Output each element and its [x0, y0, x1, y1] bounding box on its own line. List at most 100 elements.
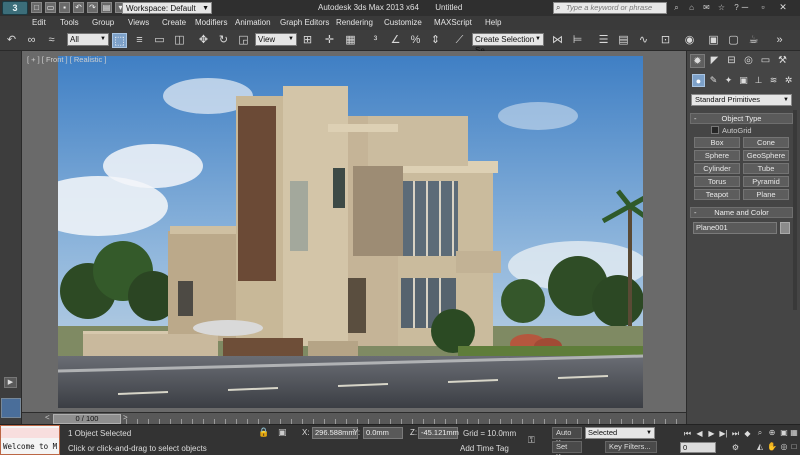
name-and-color-rollout[interactable]: - Name and Color: [690, 207, 793, 218]
maxscript-listener[interactable]: Welcome to M: [0, 425, 60, 455]
absolute-mode-icon[interactable]: ▣: [278, 427, 287, 438]
viewport-layout-icon[interactable]: [1, 398, 21, 418]
reference-coordinate-dropdown[interactable]: View ▼: [255, 33, 297, 46]
motion-tab-icon[interactable]: ◎: [741, 54, 756, 68]
menu-rendering[interactable]: Rendering: [336, 17, 373, 29]
select-by-name-icon[interactable]: ≡: [132, 33, 147, 48]
cylinder-button[interactable]: Cylinder: [694, 163, 740, 174]
geosphere-button[interactable]: GeoSphere: [743, 150, 789, 161]
orbit-icon[interactable]: ◎: [779, 442, 789, 452]
shapes-icon[interactable]: ✎: [707, 74, 720, 87]
play-icon[interactable]: ▶: [706, 428, 717, 439]
new-file-icon[interactable]: □: [31, 2, 42, 13]
curve-editor-icon[interactable]: ∿: [636, 33, 651, 48]
scale-icon[interactable]: ◲: [236, 33, 251, 48]
menu-create[interactable]: Create: [162, 17, 186, 29]
selection-lock-icon[interactable]: 🔒: [258, 427, 269, 438]
toolbar-overflow-icon[interactable]: »: [772, 33, 787, 48]
current-frame-field[interactable]: 0: [680, 442, 716, 453]
communication-icon[interactable]: ✉: [701, 2, 712, 13]
bind-space-warp-icon[interactable]: ≈: [44, 33, 59, 48]
menu-views[interactable]: Views: [128, 17, 149, 29]
object-color-swatch[interactable]: [780, 222, 790, 234]
edit-named-selection-icon[interactable]: ⟋: [452, 33, 467, 48]
menu-animation[interactable]: Animation: [235, 17, 271, 29]
keyboard-shortcut-icon[interactable]: ▦: [343, 33, 358, 48]
zoom-extents-all-icon[interactable]: ▦: [789, 428, 799, 438]
save-file-icon[interactable]: ▪: [59, 2, 70, 13]
key-filters-button[interactable]: Key Filters...: [605, 441, 657, 453]
select-and-link-icon[interactable]: ∞: [24, 33, 39, 48]
cameras-icon[interactable]: ▣: [737, 74, 750, 87]
menu-tools[interactable]: Tools: [60, 17, 79, 29]
workspace-dropdown[interactable]: Workspace: Default ▼: [122, 2, 212, 14]
menu-help[interactable]: Help: [485, 17, 501, 29]
key-mode-toggle-icon[interactable]: ◆: [742, 428, 753, 439]
z-coordinate-field[interactable]: -45.121mm: [418, 427, 459, 439]
autogrid-checkbox[interactable]: AutoGrid: [711, 126, 752, 135]
menu-customize[interactable]: Customize: [384, 17, 422, 29]
lights-icon[interactable]: ✦: [722, 74, 735, 87]
primitive-category-dropdown[interactable]: Standard Primitives ▼: [691, 94, 792, 106]
render-production-icon[interactable]: ☕: [746, 33, 761, 48]
time-slider-thumb[interactable]: 0 / 100: [53, 414, 121, 424]
pivot-center-icon[interactable]: ⊞: [300, 33, 315, 48]
percent-snap-icon[interactable]: %: [408, 33, 423, 48]
rotate-icon[interactable]: ↻: [216, 33, 231, 48]
material-editor-icon[interactable]: ◉: [682, 33, 697, 48]
key-mode-dropdown[interactable]: Selected ▼: [585, 427, 655, 439]
move-icon[interactable]: ✥: [196, 33, 211, 48]
hierarchy-tab-icon[interactable]: ⊟: [724, 54, 739, 68]
teapot-button[interactable]: Teapot: [694, 189, 740, 200]
command-panel-scrollbar[interactable]: [793, 110, 797, 310]
undo-tool-icon[interactable]: ↶: [4, 33, 19, 48]
close-icon[interactable]: ✕: [776, 2, 790, 13]
utilities-tab-icon[interactable]: ⚒: [775, 54, 790, 68]
select-manipulate-icon[interactable]: ✛: [322, 33, 337, 48]
zoom-extents-icon[interactable]: ▣: [779, 428, 789, 438]
rendered-frame-window-icon[interactable]: ▢: [726, 33, 741, 48]
window-crossing-icon[interactable]: ◫: [172, 33, 187, 48]
zoom-all-icon[interactable]: ⊕: [767, 428, 777, 438]
auto-key-button[interactable]: Auto Key: [552, 427, 582, 447]
redo-icon[interactable]: ↷: [87, 2, 98, 13]
selection-filter-dropdown[interactable]: All ▼: [67, 33, 109, 46]
maxscript-input-text[interactable]: Welcome to M: [3, 442, 57, 451]
menu-maxscript[interactable]: MAXScript: [434, 17, 472, 29]
render-setup-icon[interactable]: ▣: [706, 33, 721, 48]
search-icon[interactable]: ⌕: [671, 2, 682, 13]
select-object-icon[interactable]: ⬚: [112, 33, 127, 48]
key-icon[interactable]: ⚿: [528, 435, 535, 446]
subscription-icon[interactable]: ⌂: [686, 2, 697, 13]
schematic-view-icon[interactable]: ⊡: [658, 33, 673, 48]
systems-icon[interactable]: ✲: [782, 74, 795, 87]
menu-group[interactable]: Group: [92, 17, 114, 29]
display-tab-icon[interactable]: ▭: [758, 54, 773, 68]
tube-button[interactable]: Tube: [743, 163, 789, 174]
align-icon[interactable]: ⊨: [570, 33, 585, 48]
viewport-label[interactable]: [ + ] [ Front ] [ Realistic ]: [27, 55, 106, 64]
add-time-tag-button[interactable]: Add Time Tag: [460, 444, 509, 453]
menu-edit[interactable]: Edit: [32, 17, 46, 29]
create-tab-icon[interactable]: ✹: [690, 54, 705, 68]
space-warps-icon[interactable]: ≋: [767, 74, 780, 87]
search-input[interactable]: ⌕ Type a keyword or phrase: [553, 2, 667, 14]
pyramid-button[interactable]: Pyramid: [743, 176, 789, 187]
torus-button[interactable]: Torus: [694, 176, 740, 187]
restore-icon[interactable]: ▫: [756, 2, 770, 13]
sphere-button[interactable]: Sphere: [694, 150, 740, 161]
time-prev-arrow[interactable]: <: [45, 413, 50, 422]
spinner-snap-icon[interactable]: ⇕: [428, 33, 443, 48]
x-coordinate-field[interactable]: 296.588mm: [312, 427, 358, 439]
time-configuration-icon[interactable]: ⚙: [730, 442, 741, 453]
helpers-icon[interactable]: ⊥: [752, 74, 765, 87]
expand-icon[interactable]: ▶: [4, 377, 17, 388]
mirror-icon[interactable]: ⋈: [550, 33, 565, 48]
cone-button[interactable]: Cone: [743, 137, 789, 148]
layer-manager-icon[interactable]: ☰: [596, 33, 611, 48]
maxscript-output-line[interactable]: [1, 428, 59, 438]
angle-snap-icon[interactable]: ∠: [388, 33, 403, 48]
rectangular-selection-icon[interactable]: ▭: [152, 33, 167, 48]
field-of-view-icon[interactable]: ◭: [755, 442, 765, 452]
project-folder-icon[interactable]: ▤: [101, 2, 112, 13]
